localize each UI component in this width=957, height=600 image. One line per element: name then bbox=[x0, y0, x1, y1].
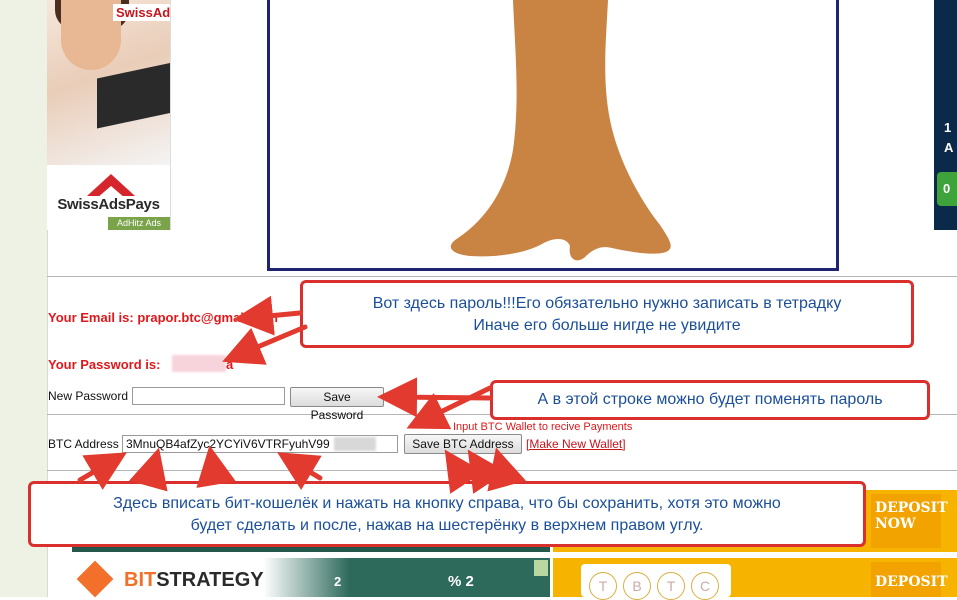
arrow-to-email bbox=[233, 295, 303, 336]
arrow-save-btc-3 bbox=[487, 447, 526, 492]
arrow-btc-3 bbox=[196, 445, 236, 488]
arrow-save-btc-2 bbox=[467, 449, 507, 494]
arrow-to-btc-hint bbox=[406, 385, 493, 430]
annotation-arrows bbox=[77, 295, 526, 494]
arrow-btc-2 bbox=[129, 447, 168, 492]
arrow-save-btc-1 bbox=[444, 449, 484, 494]
arrow-btc-1 bbox=[77, 452, 127, 490]
arrow-btc-4 bbox=[277, 452, 323, 491]
arrow-to-password bbox=[222, 324, 308, 365]
